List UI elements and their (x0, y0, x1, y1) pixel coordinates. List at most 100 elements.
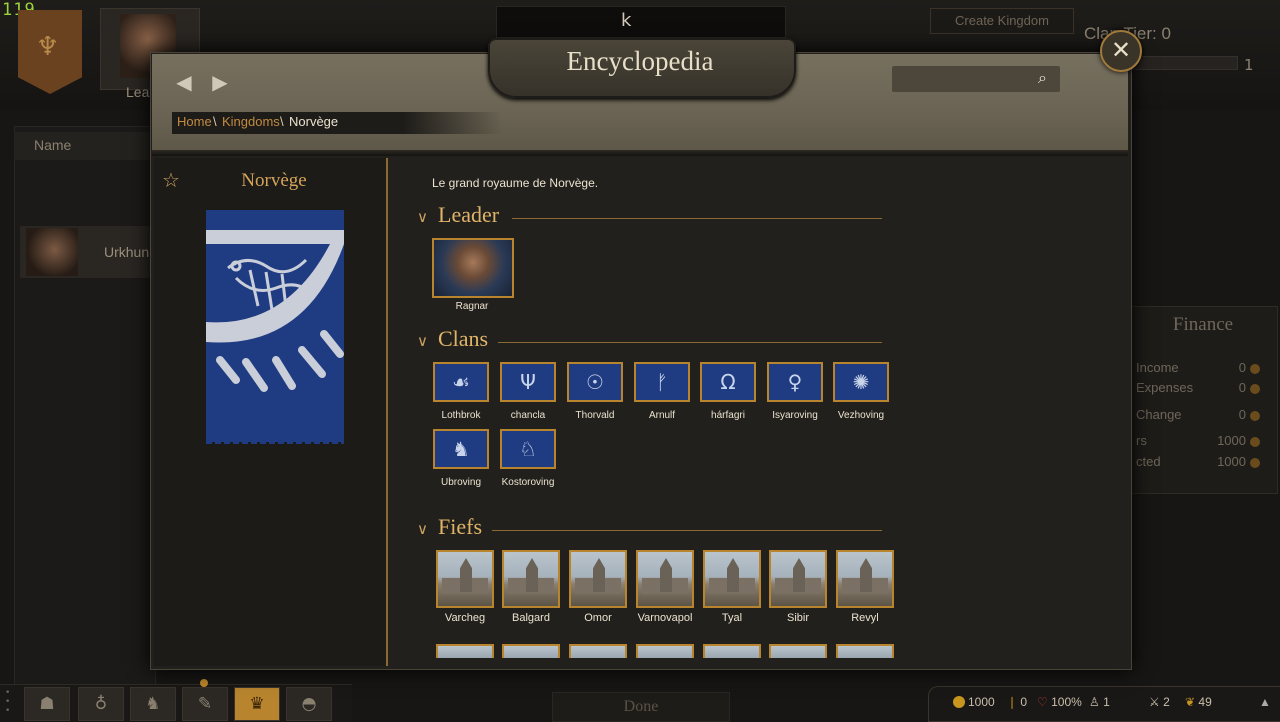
breadcrumb-home[interactable]: Home (177, 114, 212, 129)
clan-vezhoving[interactable]: ✺ (833, 362, 889, 402)
finance-row: rs 1000 (1134, 433, 1260, 453)
clan-tier-max: 1 (1244, 56, 1254, 74)
back-button[interactable]: ◀ (172, 70, 196, 94)
breadcrumb-kingdoms[interactable]: Kingdoms (222, 114, 280, 129)
name-column-header[interactable]: Name (14, 132, 154, 160)
collapse-fiefs-icon[interactable]: ∨ (417, 520, 428, 538)
pane-divider (386, 158, 388, 666)
section-divider (498, 342, 882, 343)
troops-icon: ♙ (1089, 695, 1100, 709)
grip-icon: • • • (5, 688, 11, 716)
coin-icon (1250, 384, 1260, 394)
close-button[interactable]: ✕ (1100, 30, 1142, 72)
clan-banner[interactable]: ♆ (18, 10, 82, 94)
arrow-left-icon: ◀ (176, 70, 192, 94)
troops-status: ♙ 1 (1089, 695, 1110, 709)
fief-tile-partial[interactable] (636, 644, 694, 658)
fief-varnovapol[interactable] (636, 550, 694, 608)
name-header-label: Name (34, 137, 72, 153)
scroll-icon: ✎ (197, 694, 213, 714)
bottom-nav-bar: • • • ☗ ♁ ♞ ✎ ♛ ◓ (0, 679, 352, 721)
create-kingdom-button[interactable]: Create Kingdom (930, 8, 1074, 34)
morale-status: ♡ 100% (1037, 695, 1082, 709)
fief-tile-partial[interactable] (836, 644, 894, 658)
section-divider (492, 530, 882, 531)
search-icon[interactable]: ⌕ (1038, 68, 1047, 88)
collapse-clans-icon[interactable]: ∨ (417, 332, 428, 350)
kingdom-button[interactable]: ◓ (286, 687, 332, 721)
clan-thorvald[interactable]: ☉ (567, 362, 623, 402)
influence-status: ❘ 0 (1007, 695, 1028, 709)
clan-chancla[interactable]: Ψ (500, 362, 556, 402)
figure-icon: ♀ (787, 370, 803, 394)
clan-label: Vezhoving (837, 410, 885, 421)
fief-tyal[interactable] (703, 550, 761, 608)
fief-balgard[interactable] (502, 550, 560, 608)
fief-tile-partial[interactable] (436, 644, 494, 658)
done-button[interactable]: Done (552, 692, 730, 722)
kingdom-search-field[interactable]: k (496, 6, 786, 38)
finance-row: Change 0 (1134, 407, 1260, 427)
stag-icon: ♘ (519, 437, 537, 461)
party-icon: ♞ (145, 694, 161, 714)
party-button[interactable]: ♞ (130, 687, 176, 721)
section-title-clans[interactable]: Clans (438, 326, 488, 352)
crown-icon: ◓ (301, 694, 317, 714)
speed-icon: ⚔ (1149, 695, 1160, 709)
gold-status: 1000 (953, 695, 995, 709)
breadcrumb-current: Norvège (289, 114, 339, 129)
helmet-icon: ☉ (586, 370, 604, 394)
section-title-fiefs[interactable]: Fiefs (438, 514, 482, 540)
fief-tile-partial[interactable] (703, 644, 761, 658)
coin-icon (1250, 437, 1260, 447)
speed-status: ⚔ 2 (1149, 695, 1170, 709)
food-status: ❦ 49 (1185, 695, 1212, 709)
fief-varcheg[interactable] (436, 550, 494, 608)
forward-button[interactable]: ▶ (208, 70, 232, 94)
fief-tile-partial[interactable] (502, 644, 560, 658)
rune-icon: ᚠ (656, 370, 668, 394)
clan-arnulf[interactable]: ᚠ (634, 362, 690, 402)
clan-button[interactable]: ♛ (234, 687, 280, 721)
clan-harfagri[interactable]: Ω (700, 362, 756, 402)
breadcrumb-separator: \ (213, 114, 217, 129)
clan-label: Kostoroving (501, 477, 555, 488)
food-icon: ❦ (1185, 695, 1196, 709)
finance-row: Income 0 (1134, 360, 1260, 380)
notification-dot (200, 679, 208, 687)
search-value: k (621, 10, 632, 31)
heart-icon: ♡ (1037, 695, 1048, 709)
section-divider (512, 218, 882, 219)
clan-isyaroving[interactable]: ♀ (767, 362, 823, 402)
fief-revyl[interactable] (836, 550, 894, 608)
fief-tile-partial[interactable] (769, 644, 827, 658)
sun-icon: ✺ (852, 370, 870, 394)
fief-tile-partial[interactable] (569, 644, 627, 658)
encyclopedia-search-input[interactable] (892, 66, 1060, 92)
member-list (14, 126, 156, 688)
finance-row: Expenses 0 (1134, 380, 1260, 400)
section-title-leader[interactable]: Leader (438, 202, 499, 228)
kingdom-name: Norvège (241, 170, 307, 191)
inventory-button[interactable]: ♁ (78, 687, 124, 721)
collapse-leader-icon[interactable]: ∨ (417, 208, 428, 226)
influence-icon: ❘ (1007, 695, 1018, 709)
clan-kostoroving[interactable]: ♘ (500, 429, 556, 469)
raven-icon: ☙ (452, 370, 470, 394)
quests-button[interactable]: ✎ (182, 687, 228, 721)
character-button[interactable]: ☗ (24, 687, 70, 721)
fief-label: Revyl (851, 612, 879, 624)
coin-icon (1250, 364, 1260, 374)
breadcrumb-separator: \ (280, 114, 284, 129)
tree-icon: Ψ (520, 370, 536, 394)
coin-icon (1250, 458, 1260, 468)
bag-icon: ♁ (94, 694, 108, 714)
expand-icon[interactable]: ▲ (1259, 695, 1271, 709)
leader-portrait-ragnar[interactable] (432, 238, 514, 298)
clan-lothbrok[interactable]: ☙ (433, 362, 489, 402)
fief-sibir[interactable] (769, 550, 827, 608)
helmet-icon: ☗ (39, 694, 55, 714)
fief-omor[interactable] (569, 550, 627, 608)
close-icon: ✕ (1110, 36, 1132, 64)
clan-ubroving[interactable]: ♞ (433, 429, 489, 469)
